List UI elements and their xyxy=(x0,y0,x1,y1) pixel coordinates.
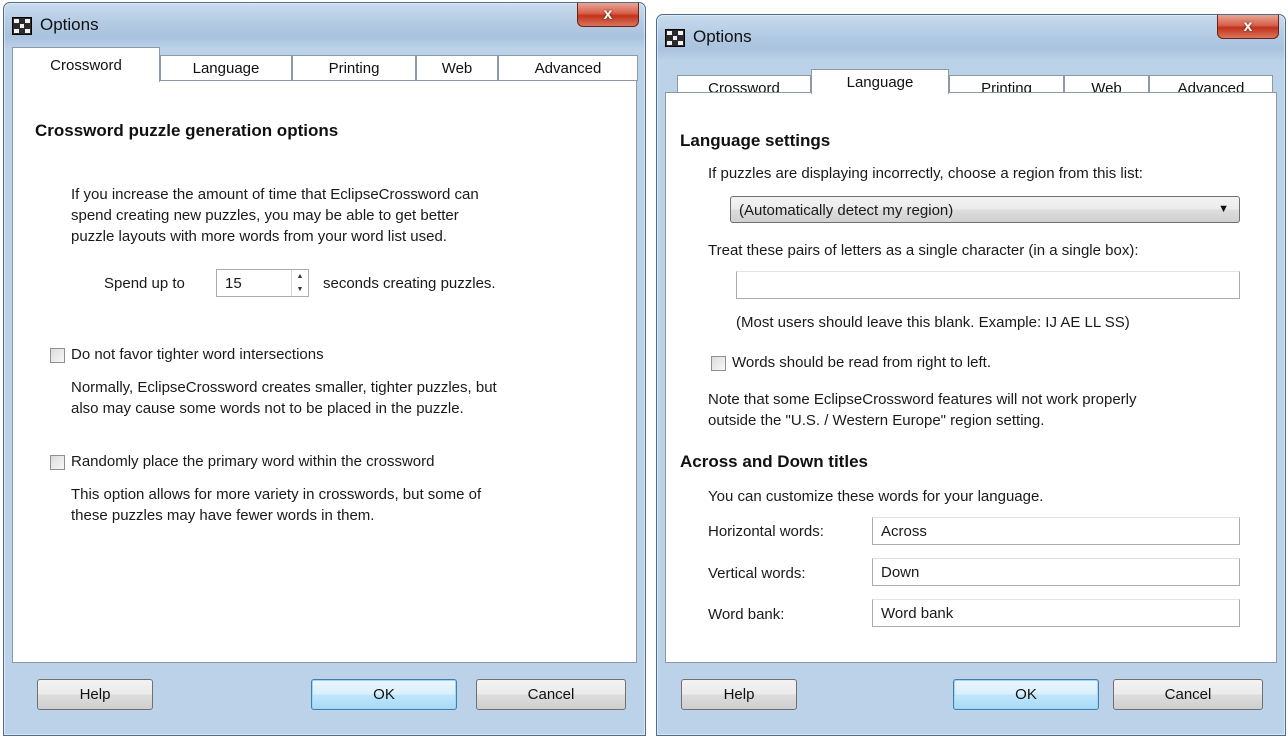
horizontal-words-input[interactable]: Across xyxy=(872,517,1240,545)
tighter-intersections-checkbox[interactable] xyxy=(50,348,65,363)
horizontal-words-value: Across xyxy=(881,523,927,540)
titles-heading: Across and Down titles xyxy=(680,452,868,471)
spin-up-icon[interactable]: ▲ xyxy=(292,270,308,283)
chevron-down-icon: ▼ xyxy=(1218,203,1229,215)
intro-text: If you increase the amount of time that … xyxy=(71,186,479,245)
tab-advanced[interactable]: Advanced xyxy=(498,55,638,81)
spin-down-icon[interactable]: ▼ xyxy=(292,283,308,296)
options-dialog-language: Options x Crossword Language Printing We… xyxy=(656,14,1286,736)
seconds-spinner[interactable]: 15 ▲ ▼ xyxy=(216,269,309,297)
title-bar[interactable]: Options x xyxy=(4,3,645,47)
tighter-intersections-label[interactable]: Do not favor tighter word intersections xyxy=(71,344,324,365)
tab-strip: Crossword Language Printing Web Advanced xyxy=(665,59,1277,101)
word-bank-label: Word bank: xyxy=(708,606,785,623)
spinner-arrows[interactable]: ▲ ▼ xyxy=(291,270,308,296)
titles-intro: You can customize these words for your l… xyxy=(708,488,1044,505)
region-note: Note that some EclipseCrossword features… xyxy=(708,391,1137,429)
vertical-words-input[interactable]: Down xyxy=(872,558,1240,586)
horizontal-words-label: Horizontal words: xyxy=(708,523,824,540)
word-bank-input[interactable]: Word bank xyxy=(872,599,1240,627)
random-primary-word-desc: This option allows for more variety in c… xyxy=(71,486,482,524)
pairs-prompt: Treat these pairs of letters as a single… xyxy=(708,242,1139,259)
letter-pairs-input[interactable] xyxy=(736,271,1240,299)
spend-prefix-label: Spend up to xyxy=(104,275,185,292)
right-to-left-checkbox[interactable] xyxy=(711,356,726,371)
section-heading: Crossword puzzle generation options xyxy=(35,121,339,140)
seconds-value: 15 xyxy=(225,275,242,292)
region-prompt: If puzzles are displaying incorrectly, c… xyxy=(708,165,1143,182)
right-to-left-label[interactable]: Words should be read from right to left. xyxy=(732,352,991,373)
close-button[interactable]: x xyxy=(577,3,639,27)
cancel-button[interactable]: Cancel xyxy=(476,679,626,710)
ok-button[interactable]: OK xyxy=(953,679,1099,710)
cancel-button[interactable]: Cancel xyxy=(1113,679,1263,710)
help-button[interactable]: Help xyxy=(681,679,797,710)
ok-button[interactable]: OK xyxy=(311,679,457,710)
tab-printing[interactable]: Printing xyxy=(292,55,416,81)
tighter-intersections-desc: Normally, EclipseCrossword creates small… xyxy=(71,379,497,417)
options-dialog-crossword: Options x Crossword Language Printing We… xyxy=(3,2,646,736)
tab-crossword[interactable]: Crossword xyxy=(12,47,160,82)
tab-panel-crossword: Crossword puzzle generation options If y… xyxy=(12,80,637,663)
close-button[interactable]: x xyxy=(1217,15,1279,39)
tab-language[interactable]: Language xyxy=(811,69,949,94)
tab-panel-language: Language settings If puzzles are display… xyxy=(665,92,1277,663)
random-primary-word-label[interactable]: Randomly place the primary word within t… xyxy=(71,451,434,472)
pairs-hint: (Most users should leave this blank. Exa… xyxy=(736,314,1130,331)
vertical-words-value: Down xyxy=(881,564,920,581)
tab-language[interactable]: Language xyxy=(160,55,292,81)
vertical-words-label: Vertical words: xyxy=(708,565,806,582)
crossword-app-icon xyxy=(665,29,685,47)
region-dropdown[interactable]: (Automatically detect my region) ▼ xyxy=(730,196,1240,223)
language-heading: Language settings xyxy=(680,131,831,150)
help-button[interactable]: Help xyxy=(37,679,153,710)
close-icon: x xyxy=(1243,17,1253,35)
word-bank-value: Word bank xyxy=(881,605,954,622)
tab-strip: Crossword Language Printing Web Advanced xyxy=(12,47,638,82)
crossword-app-icon xyxy=(12,17,32,35)
random-primary-word-checkbox[interactable] xyxy=(50,455,65,470)
region-selected: (Automatically detect my region) xyxy=(739,202,954,219)
window-title: Options xyxy=(40,15,99,34)
spend-suffix-label: seconds creating puzzles. xyxy=(323,275,496,292)
close-icon: x xyxy=(603,5,613,23)
title-bar[interactable]: Options x xyxy=(657,15,1285,59)
tab-web[interactable]: Web xyxy=(416,55,498,81)
window-title: Options xyxy=(693,27,752,46)
